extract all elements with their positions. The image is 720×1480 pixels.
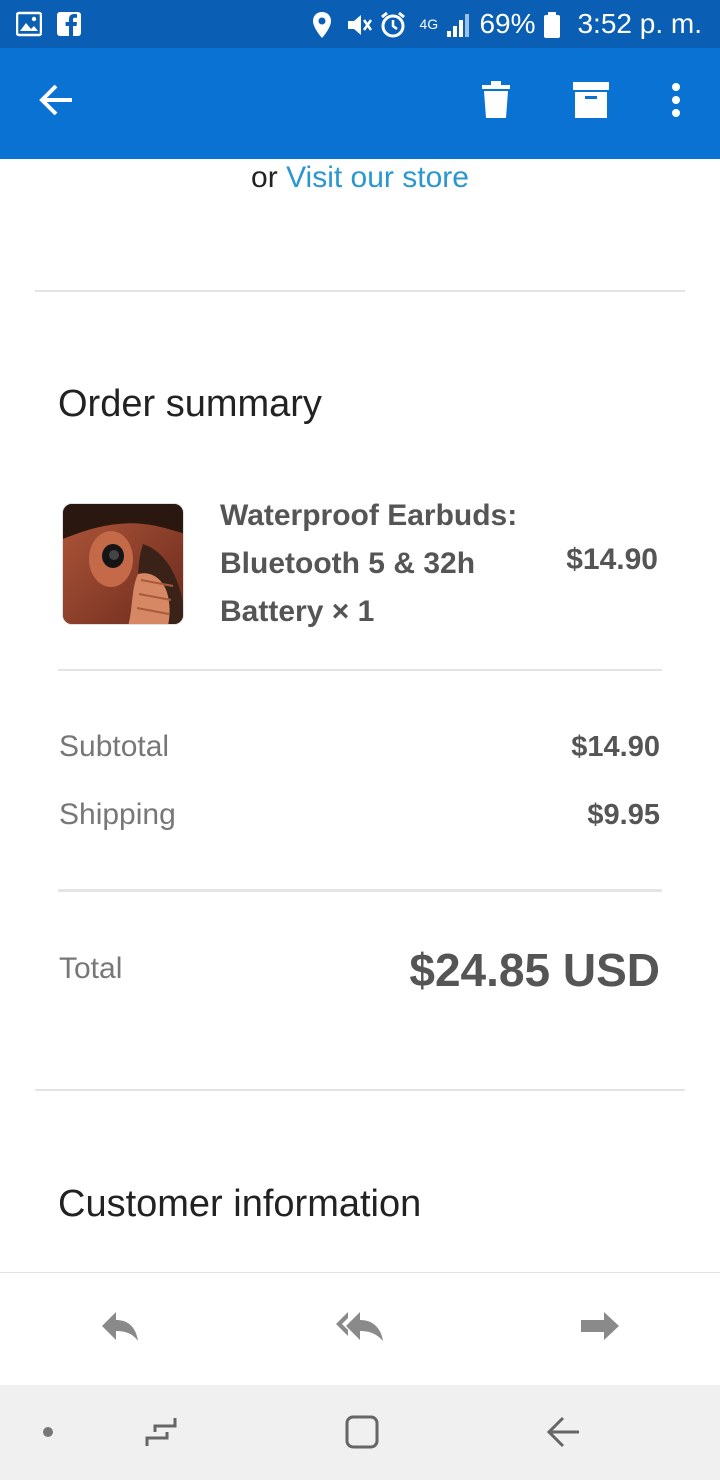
- product-divider: [58, 669, 662, 671]
- section-divider: [35, 1089, 685, 1091]
- status-bar: 4G 69% 3:52 p. m.: [0, 0, 720, 48]
- reply-all-button[interactable]: [330, 1303, 390, 1353]
- archive-button[interactable]: [561, 72, 621, 132]
- nav-back-button[interactable]: [538, 1409, 588, 1459]
- email-action-bar: [0, 1272, 720, 1385]
- network-type: 4G: [419, 16, 439, 32]
- subtotal-value: $14.90: [571, 731, 660, 763]
- visit-store-line: or Visit our store: [0, 161, 720, 195]
- visit-prefix: or: [251, 161, 278, 194]
- battery-percent: 69%: [479, 8, 536, 39]
- product-name: Waterproof Earbuds: Bluetooth 5 & 32h Ba…: [220, 499, 518, 628]
- battery-icon: [543, 11, 569, 38]
- shipping-label: Shipping: [59, 798, 176, 831]
- order-summary-title: Order summary: [58, 383, 322, 425]
- total-label: Total: [59, 952, 123, 985]
- reply-button[interactable]: [90, 1303, 150, 1353]
- back-arrow-icon: [38, 83, 74, 122]
- delete-button[interactable]: [466, 72, 526, 132]
- app-bar: [0, 48, 720, 159]
- location-icon: [311, 11, 337, 38]
- clock: 3:52 p. m.: [577, 8, 702, 39]
- totals-divider: [58, 889, 662, 892]
- home-icon: [344, 1414, 380, 1455]
- section-divider: [35, 290, 685, 292]
- nav-dot-button[interactable]: [23, 1409, 73, 1459]
- home-button[interactable]: [337, 1409, 387, 1459]
- email-body: or Visit our store Order summary Waterpr…: [0, 159, 720, 1272]
- gallery-icon: [15, 11, 43, 37]
- subtotal-label: Subtotal: [59, 730, 170, 763]
- total-value: $24.85 USD: [409, 944, 660, 996]
- signal-icon: [445, 11, 471, 37]
- dot-icon: [42, 1425, 54, 1443]
- alarm-icon: [379, 11, 406, 38]
- facebook-icon: [56, 11, 82, 37]
- mute-icon: [345, 11, 373, 37]
- more-options-button[interactable]: [646, 72, 706, 132]
- product-image[interactable]: [62, 503, 184, 625]
- more-vert-icon: [671, 82, 681, 122]
- reply-icon: [100, 1310, 140, 1347]
- recent-apps-icon: [143, 1414, 179, 1455]
- forward-icon: [580, 1310, 620, 1347]
- nav-back-icon: [545, 1414, 581, 1455]
- product-photo: [63, 504, 183, 624]
- customer-info-title: Customer information: [58, 1183, 422, 1225]
- visit-store-link[interactable]: Visit our store: [286, 161, 469, 194]
- shipping-value: $9.95: [587, 799, 660, 831]
- archive-icon: [573, 81, 609, 123]
- delete-icon: [482, 80, 510, 124]
- back-button[interactable]: [26, 72, 86, 132]
- reply-all-icon: [335, 1310, 385, 1347]
- forward-button[interactable]: [570, 1303, 630, 1353]
- product-price: $14.90: [566, 543, 658, 576]
- system-nav-bar: [0, 1385, 720, 1480]
- recent-apps-button[interactable]: [136, 1409, 186, 1459]
